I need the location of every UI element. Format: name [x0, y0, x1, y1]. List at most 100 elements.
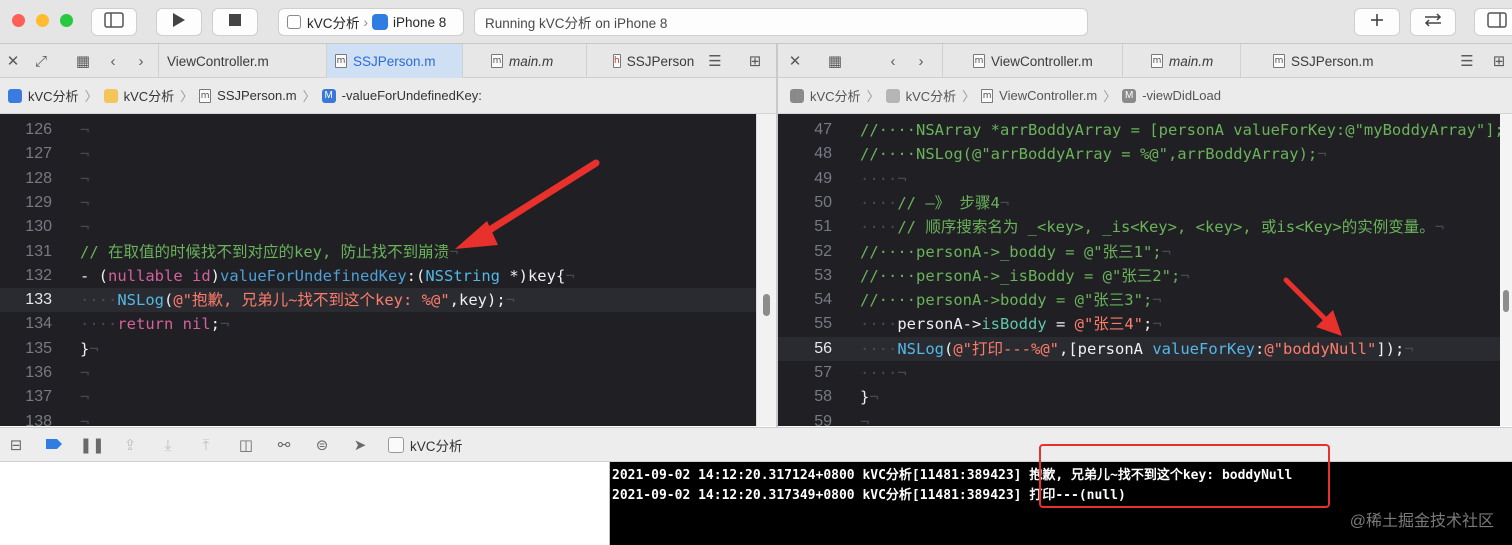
line-number[interactable]: 128: [0, 167, 52, 191]
step-into-button[interactable]: ⤓: [156, 428, 180, 462]
code-line[interactable]: 50 ····// —》 步骤4¬: [778, 191, 1500, 215]
variables-view[interactable]: [0, 462, 608, 545]
code-line[interactable]: 48 //····NSLog(@"arrBoddyArray = %@",arrB…: [778, 142, 1500, 166]
run-button[interactable]: [156, 8, 202, 36]
code-line[interactable]: 126 ¬: [0, 118, 756, 142]
debug-target-selector[interactable]: kVC分析: [388, 435, 463, 455]
code-line[interactable]: 57 ····¬: [778, 361, 1500, 385]
code-line[interactable]: 58}¬: [778, 385, 1500, 409]
line-number[interactable]: 130: [0, 215, 52, 239]
jumpbar-item-group[interactable]: kVC分析: [124, 86, 175, 105]
line-number[interactable]: 135: [0, 337, 52, 361]
line-number[interactable]: 129: [0, 191, 52, 215]
line-number[interactable]: 48: [778, 142, 832, 166]
line-number[interactable]: 127: [0, 142, 52, 166]
line-number[interactable]: 56: [778, 337, 832, 361]
step-out-button[interactable]: ⤒: [194, 428, 218, 462]
line-number[interactable]: 131: [0, 240, 52, 264]
code-line[interactable]: 53 //····personA->_isBoddy = @"张三2";¬: [778, 264, 1500, 288]
navigator-toggle-button[interactable]: [91, 8, 137, 36]
code-line[interactable]: 127 ¬: [0, 142, 756, 166]
left-editor-scrollbar[interactable]: [756, 114, 776, 426]
jumpbar-item-file[interactable]: SSJPerson.m: [217, 88, 296, 103]
line-number[interactable]: 126: [0, 118, 52, 142]
code-line[interactable]: 137 ¬: [0, 385, 756, 409]
tab-ssjperson-h[interactable]: h SSJPerson: [586, 44, 694, 78]
scheme-selector[interactable]: kVC分析 › iPhone 8: [278, 8, 464, 36]
library-button[interactable]: [1354, 8, 1400, 36]
code-line[interactable]: 138 ¬: [0, 410, 756, 426]
code-line[interactable]: 55 ····personA->isBoddy = @"张三4";¬: [778, 312, 1500, 336]
simulate-location-button[interactable]: ➤: [348, 428, 372, 462]
environment-overrides-button[interactable]: ⊜: [310, 428, 334, 462]
code-line[interactable]: 131 // 在取值的时候找不到对应的key, 防止找不到崩溃¬: [0, 240, 756, 264]
line-number[interactable]: 132: [0, 264, 52, 288]
minimize-window-button[interactable]: [36, 14, 49, 27]
code-line[interactable]: 130 ¬: [0, 215, 756, 239]
line-number[interactable]: 57: [778, 361, 832, 385]
line-number[interactable]: 51: [778, 215, 832, 239]
line-number[interactable]: 53: [778, 264, 832, 288]
line-number[interactable]: 47: [778, 118, 832, 142]
tab-ssjperson-m[interactable]: m SSJPerson.m: [326, 44, 462, 78]
scroll-knob[interactable]: [1503, 290, 1509, 312]
line-number[interactable]: 55: [778, 312, 832, 336]
close-window-button[interactable]: [12, 14, 25, 27]
code-line[interactable]: 133 ····NSLog(@"抱歉, 兄弟儿~找不到这个key: %@",key…: [0, 288, 756, 313]
code-line[interactable]: 51 ····// 顺序搜索名为 _<key>, _is<Key>, <key>,…: [778, 215, 1500, 239]
related-items-button[interactable]: ▦: [70, 44, 96, 78]
code-line[interactable]: 56 ····NSLog(@"打印---%@",[personA valueFor…: [778, 336, 1500, 361]
code-line[interactable]: 52 //····personA->_boddy = @"张三1";¬: [778, 240, 1500, 264]
line-number[interactable]: 134: [0, 312, 52, 336]
code-line[interactable]: 49 ····¬: [778, 167, 1500, 191]
tab-main-m[interactable]: m main.m: [1122, 44, 1240, 78]
line-number[interactable]: 58: [778, 385, 832, 409]
line-number[interactable]: 54: [778, 288, 832, 312]
go-forward-button[interactable]: ›: [128, 44, 154, 78]
expand-editor-button[interactable]: ⤢: [28, 44, 54, 78]
jumpbar-item-group[interactable]: kVC分析: [906, 86, 957, 105]
inspector-toggle-button[interactable]: [1474, 8, 1512, 36]
tab-ssjperson-m[interactable]: m SSJPerson.m: [1240, 44, 1440, 78]
code-line[interactable]: 129 ¬: [0, 191, 756, 215]
add-editor-button[interactable]: ⊞: [742, 44, 768, 78]
code-line[interactable]: 135}¬: [0, 337, 756, 361]
line-number[interactable]: 49: [778, 167, 832, 191]
close-editor-button[interactable]: ✕: [782, 44, 808, 78]
related-items-button[interactable]: ▦: [822, 44, 848, 78]
code-line[interactable]: 59 ¬: [778, 410, 1500, 426]
line-number[interactable]: 138: [0, 410, 52, 426]
line-number[interactable]: 137: [0, 385, 52, 409]
line-number[interactable]: 59: [778, 410, 832, 426]
left-source-editor[interactable]: 126 ¬ 127 ¬ 128 ¬ 129 ¬ 130 ¬ 131 // 在取值的时候找不到对应的ke…: [0, 114, 756, 426]
tab-main-m[interactable]: m main.m: [462, 44, 586, 78]
right-editor-scrollbar[interactable]: [1500, 114, 1512, 426]
jumpbar-item-project[interactable]: kVC分析: [810, 86, 861, 105]
editor-options-button[interactable]: ☰: [702, 44, 728, 78]
go-back-button[interactable]: ‹: [880, 44, 906, 78]
close-editor-button[interactable]: ✕: [0, 44, 26, 78]
code-line[interactable]: 132 - (nullable id)valueForUndefinedKey:(…: [0, 264, 756, 288]
line-number[interactable]: 52: [778, 240, 832, 264]
line-number[interactable]: 133: [0, 288, 52, 312]
step-over-button[interactable]: ⇪: [118, 428, 142, 462]
view-hierarchy-button[interactable]: ◫: [234, 428, 258, 462]
go-back-button[interactable]: ‹: [100, 44, 126, 78]
code-line[interactable]: 134 ····return nil;¬: [0, 312, 756, 336]
add-editor-button[interactable]: ⊞: [1486, 44, 1512, 78]
hide-debug-area-button[interactable]: ⊟: [4, 428, 28, 462]
code-line[interactable]: 47 //····NSArray *arrBoddyArray = [person…: [778, 118, 1500, 142]
pause-button[interactable]: ❚❚: [79, 428, 104, 462]
code-line[interactable]: 128 ¬: [0, 167, 756, 191]
code-line[interactable]: 136 ¬: [0, 361, 756, 385]
right-source-editor[interactable]: 47 //····NSArray *arrBoddyArray = [person…: [778, 114, 1500, 426]
zoom-window-button[interactable]: [60, 14, 73, 27]
tab-viewcontroller-m[interactable]: m ViewController.m: [942, 44, 1122, 78]
jumpbar-item-symbol[interactable]: -viewDidLoad: [1142, 88, 1221, 103]
editor-options-button[interactable]: ☰: [1454, 44, 1480, 78]
code-line[interactable]: 54 //····personA->boddy = @"张三3";¬: [778, 288, 1500, 312]
jumpbar-item-project[interactable]: kVC分析: [28, 86, 79, 105]
tab-viewcontroller-m[interactable]: ViewController.m: [158, 44, 326, 78]
line-number[interactable]: 50: [778, 191, 832, 215]
stop-button[interactable]: [212, 8, 258, 36]
